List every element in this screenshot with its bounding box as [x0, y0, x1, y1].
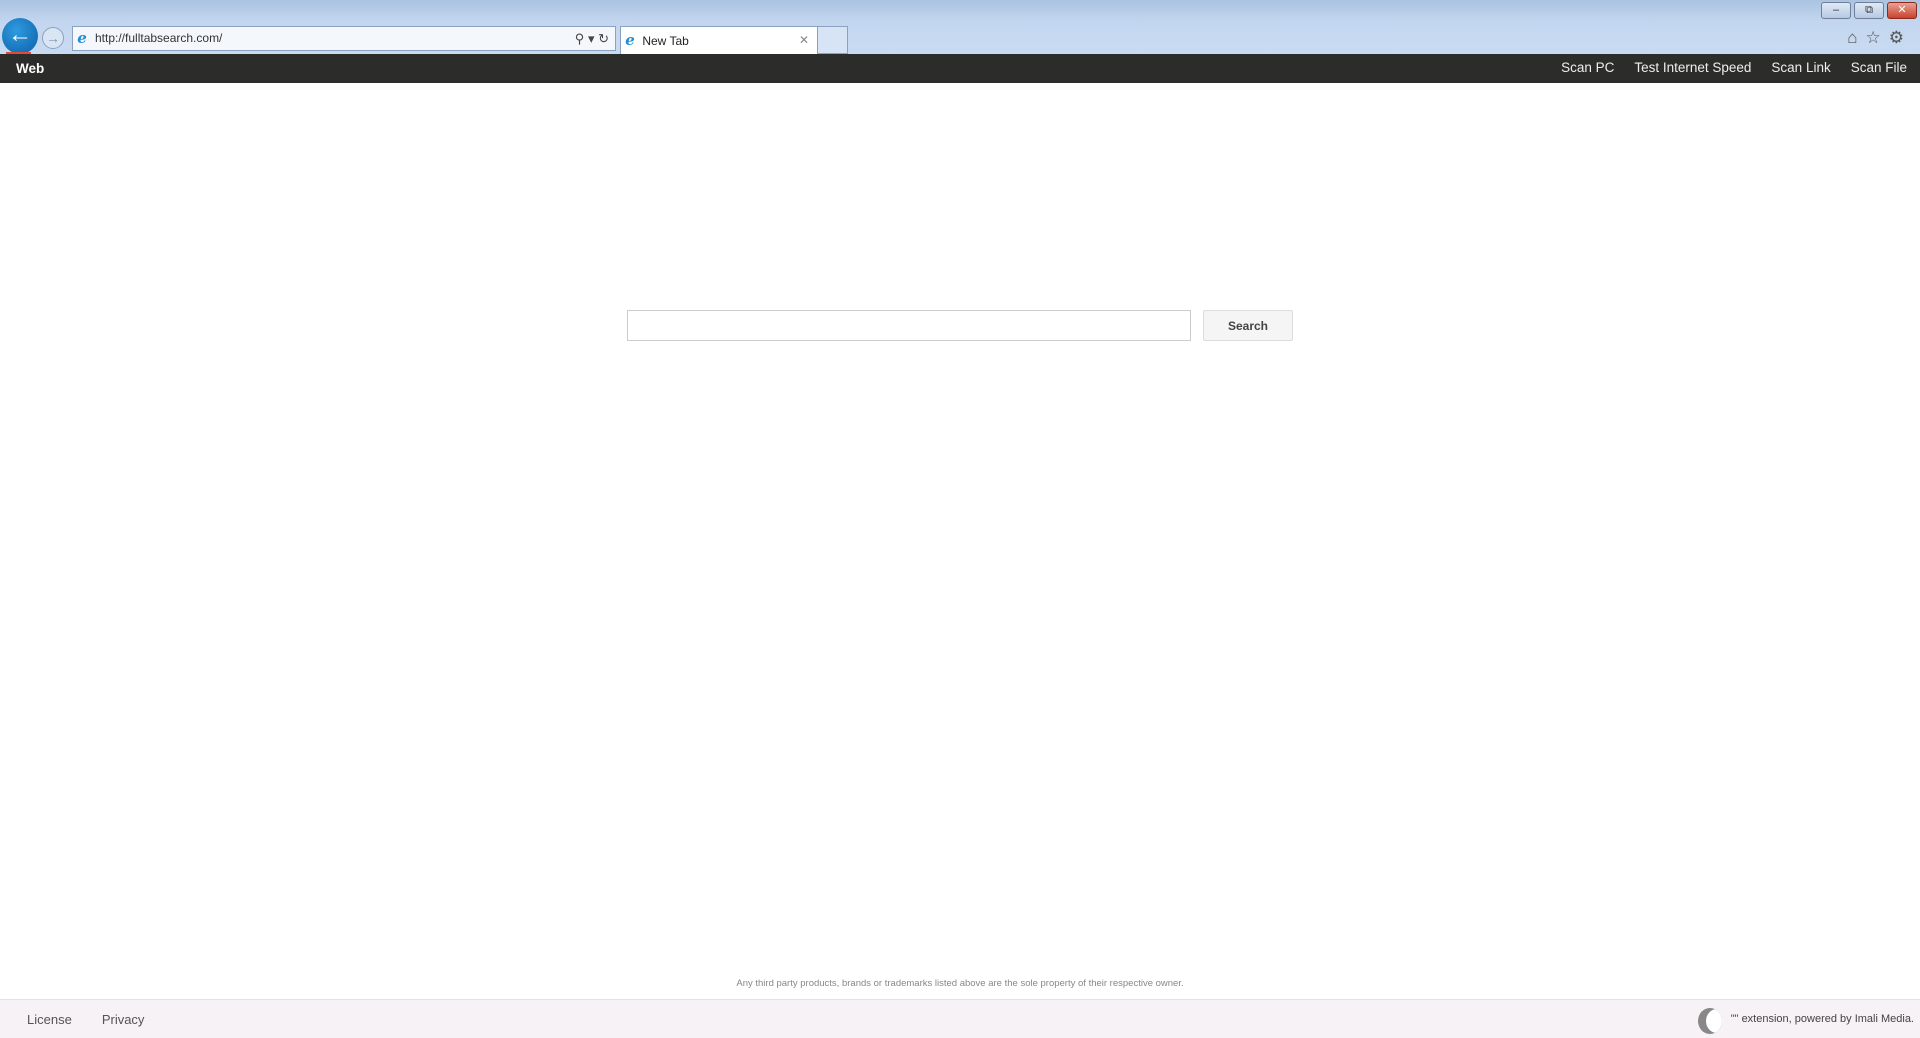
license-link[interactable]: License — [27, 1012, 72, 1027]
ie-icon: e — [77, 29, 87, 47]
address-bar[interactable]: e http://fulltabsearch.com/ ⚲ ▾ ↻ — [72, 26, 616, 51]
close-icon[interactable]: ✕ — [799, 27, 809, 53]
tab-new-tab[interactable]: e New Tab ✕ — [620, 26, 818, 54]
star-icon[interactable]: ☆ — [1866, 28, 1889, 47]
forward-button[interactable]: → — [42, 27, 64, 49]
dropdown-icon[interactable]: ▾ — [588, 31, 595, 46]
footer: License Privacy "" extension, powered by… — [0, 999, 1920, 1038]
footer-credit: "" extension, powered by Imali Media. — [1730, 1013, 1914, 1025]
privacy-link[interactable]: Privacy — [102, 1012, 145, 1027]
top-nav: Web Scan PC Test Internet Speed Scan Lin… — [0, 54, 1920, 83]
new-tab-button[interactable] — [818, 26, 848, 54]
nav-scan-pc[interactable]: Scan PC — [1561, 60, 1614, 75]
back-button[interactable]: ← — [2, 18, 38, 54]
nav-test-internet-speed[interactable]: Test Internet Speed — [1634, 60, 1751, 75]
imali-logo-icon — [1698, 1008, 1722, 1034]
ie-icon: e — [625, 31, 635, 49]
search-button[interactable]: Search — [1203, 310, 1293, 341]
search-icon[interactable]: ⚲ — [575, 31, 585, 46]
browser-chrome: – ⧉ ✕ ← → e http://fulltabsearch.com/ ⚲ … — [0, 0, 1920, 54]
nav-scan-file[interactable]: Scan File — [1851, 60, 1907, 75]
nav-web[interactable]: Web — [16, 61, 44, 76]
refresh-icon[interactable]: ↻ — [598, 31, 609, 46]
disclaimer: Any third party products, brands or trad… — [736, 978, 1184, 989]
url-text: http://fulltabsearch.com/ — [95, 31, 223, 45]
gear-icon[interactable]: ⚙ — [1889, 28, 1912, 47]
restore-button[interactable]: ⧉ — [1854, 2, 1884, 19]
search-input[interactable] — [627, 310, 1191, 341]
tab-title: New Tab — [642, 34, 689, 48]
window-close-button[interactable]: ✕ — [1887, 2, 1917, 19]
home-icon[interactable]: ⌂ — [1847, 28, 1865, 47]
minimize-button[interactable]: – — [1821, 2, 1851, 19]
nav-scan-link[interactable]: Scan Link — [1771, 60, 1830, 75]
